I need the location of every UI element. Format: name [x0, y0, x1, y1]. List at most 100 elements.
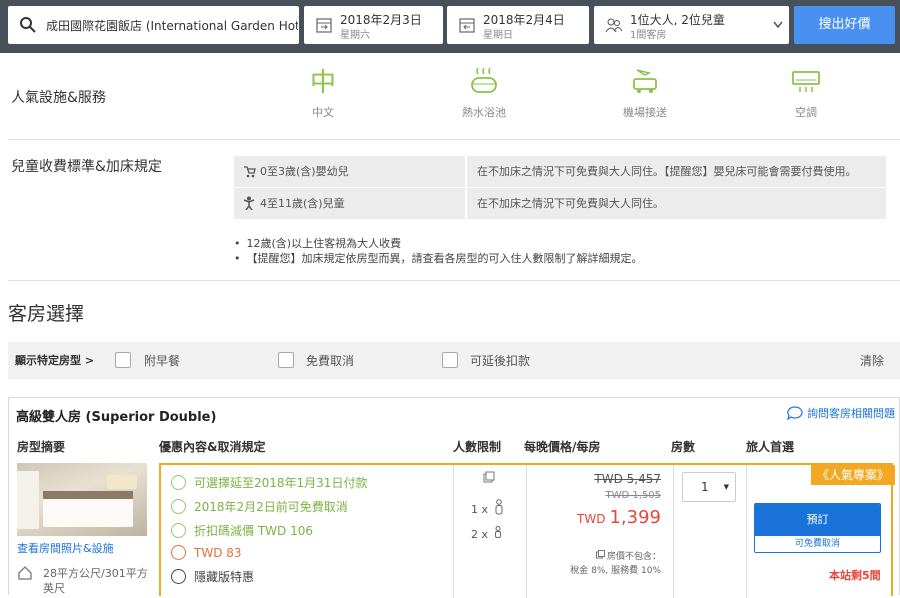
- perk-secret-deal: 隱藏版特惠: [171, 568, 254, 585]
- facility-label: 機場接送: [623, 106, 667, 119]
- facility-label: 空調: [795, 106, 817, 119]
- child-icon: [495, 526, 502, 538]
- clear-filters-button[interactable]: 清除: [860, 352, 884, 369]
- facility-air-conditioning: 空調: [756, 66, 856, 120]
- original-price: TWD 5,457: [594, 472, 661, 486]
- column-header: 人數限制: [453, 440, 502, 454]
- room-photos-link[interactable]: 查看房間照片&設施: [17, 540, 114, 556]
- scissors-icon: [171, 545, 186, 560]
- rooms-count: 1間客房: [630, 30, 667, 41]
- column-header: 房數: [671, 440, 696, 454]
- column-header: 旅人首選: [746, 440, 795, 454]
- checkin-day: 星期六: [340, 30, 370, 41]
- pay-later-checkbox[interactable]: [442, 352, 458, 368]
- room-size: 28平方公尺/301平方英尺: [43, 567, 148, 595]
- checkout-field[interactable]: 2018年2月4日 星期日: [447, 6, 589, 44]
- filter-pay-later[interactable]: 可延後扣款: [470, 352, 530, 369]
- checkin-field[interactable]: 2018年2月3日 星期六: [304, 6, 443, 44]
- free-cancel-checkbox[interactable]: [278, 352, 294, 368]
- list-item: 12歲(含)以上住客視為大人收費: [234, 236, 643, 251]
- divider: [8, 139, 900, 140]
- price-tax-note: 稅金 8%, 服務費 10%: [570, 566, 661, 576]
- room-size-icon: [18, 566, 32, 580]
- room-name: 高級雙人房 (Superior Double): [16, 410, 217, 425]
- guests-icon: [605, 18, 623, 33]
- perk-pay-later: 可選擇延至2018年1月31日付款: [171, 474, 367, 491]
- table-row: 4至11歲(含)兒童 在不加床之情況下可免費與大人同住。: [234, 188, 886, 220]
- facility-chinese: 中 中文: [273, 66, 373, 120]
- tag-icon: [171, 523, 186, 538]
- check-circle-icon: [171, 499, 186, 514]
- facilities-title: 人氣設施&服務: [11, 90, 106, 106]
- price-currency: TWD: [577, 512, 606, 526]
- info-icon: [595, 550, 605, 559]
- facility-label: 中文: [312, 106, 334, 119]
- rooms-left: 本站剩5間: [829, 569, 881, 582]
- chat-bubble-icon: [786, 406, 803, 421]
- svg-text:中: 中: [310, 68, 336, 96]
- calendar-icon: [171, 475, 186, 490]
- adult-icon: [495, 499, 503, 515]
- policy-notes: 12歲(含)以上住客視為大人收費 【提醒您】加床規定依房型而異，請查看各房型的可…: [234, 236, 643, 266]
- room-card: 高級雙人房 (Superior Double) 詢問客房相關問題 房型摘要 優惠…: [8, 397, 900, 598]
- room-photo[interactable]: [17, 463, 147, 536]
- policy-rule: 在不加床之情況下可免費與大人同住。【提醒您】嬰兒床可能會需要付費使用。: [477, 165, 857, 178]
- facility-airport-shuttle: 機場接送: [595, 66, 695, 120]
- column-header: 優惠內容&取消規定: [159, 440, 266, 454]
- age-label: 4至11歲(含)兒童: [260, 197, 345, 210]
- filter-label: 顯示特定房型 >: [15, 354, 95, 367]
- column-header: 房型摘要: [17, 440, 66, 454]
- checkout-day: 星期日: [483, 30, 513, 41]
- room-count-select[interactable]: 1 ▼: [682, 472, 736, 502]
- airport-shuttle-icon: [633, 69, 657, 93]
- chinese-char-icon: 中: [310, 68, 336, 96]
- filter-free-cancel[interactable]: 免費取消: [306, 352, 354, 369]
- room-count-value: 1: [701, 480, 709, 494]
- breakfast-checkbox[interactable]: [115, 352, 131, 368]
- perk-discount-code: 折扣碼減價 TWD 106: [171, 522, 313, 539]
- final-price: TWD 1,399: [577, 507, 661, 528]
- policy-rule: 在不加床之情況下可免費與大人同住。: [477, 197, 664, 210]
- stroller-icon: [244, 166, 256, 178]
- children-policy-table: 0至3歲(含)嬰幼兒 在不加床之情況下可免費與大人同住。【提醒您】嬰兒床可能會需…: [234, 156, 886, 220]
- filter-breakfast[interactable]: 附早餐: [144, 352, 180, 369]
- chevron-down-icon: [773, 21, 783, 29]
- hotel-search-field[interactable]: 成田國際花園飯店 (International Garden Hot...: [8, 6, 299, 44]
- ask-question-label: 詢問客房相關問題: [807, 407, 895, 420]
- divider: [8, 280, 900, 281]
- price-note: 房價不包含：: [595, 549, 661, 562]
- room-filter-bar: 顯示特定房型 > 附早餐 免費取消 可延後扣款 清除: [8, 342, 900, 379]
- guests-field[interactable]: 1位大人, 2位兒童 1間客房: [594, 6, 789, 44]
- secret-deal-icon: [171, 569, 186, 584]
- popular-badge: 《人氣專案》: [811, 465, 896, 485]
- dropdown-arrow-icon: ▼: [723, 483, 729, 491]
- book-button-sub: 可免費取消: [794, 539, 840, 549]
- adult-occupancy: 1 x: [471, 499, 504, 516]
- book-button-label: 預訂: [755, 504, 880, 536]
- child-occupancy: 2 x: [471, 526, 502, 541]
- ask-question-link[interactable]: 詢問客房相關問題: [786, 405, 895, 421]
- air-conditioner-icon: [792, 71, 820, 92]
- hotel-name-input[interactable]: 成田國際花園飯店 (International Garden Hot...: [46, 17, 298, 34]
- search-button[interactable]: 搜出好價: [794, 6, 895, 44]
- list-item: 【提醒您】加床規定依房型而異，請查看各房型的可入住人數限制了解詳細規定。: [234, 251, 643, 266]
- occupancy-info-icon: [483, 471, 495, 483]
- child-icon: [243, 196, 255, 211]
- search-icon: [20, 17, 36, 33]
- hot-tub-icon: [471, 67, 497, 93]
- previous-price: TWD 1,505: [605, 490, 661, 501]
- children-policy-title: 兒童收費標準&加床規定: [11, 159, 162, 175]
- calendar-checkin-icon: [316, 18, 332, 33]
- age-label: 0至3歲(含)嬰幼兒: [260, 165, 349, 178]
- rooms-section-title: 客房選擇: [8, 303, 85, 325]
- column-header: 每晚價格/每房: [524, 440, 601, 454]
- table-row: 0至3歲(含)嬰幼兒 在不加床之情況下可免費與大人同住。【提醒您】嬰兒床可能會需…: [234, 156, 886, 188]
- perk-savings: TWD 83: [171, 545, 242, 560]
- perk-free-cancel: 2018年2月2日前可免費取消: [171, 498, 348, 515]
- book-button[interactable]: 預訂 可免費取消: [754, 503, 881, 553]
- price-value: 1,399: [609, 507, 661, 528]
- facility-hot-tub: 熱水浴池: [434, 66, 534, 120]
- facility-label: 熱水浴池: [462, 106, 506, 119]
- calendar-checkout-icon: [459, 18, 475, 33]
- offer-row: 可選擇延至2018年1月31日付款 2018年2月2日前可免費取消 折扣碼減價 …: [159, 463, 896, 598]
